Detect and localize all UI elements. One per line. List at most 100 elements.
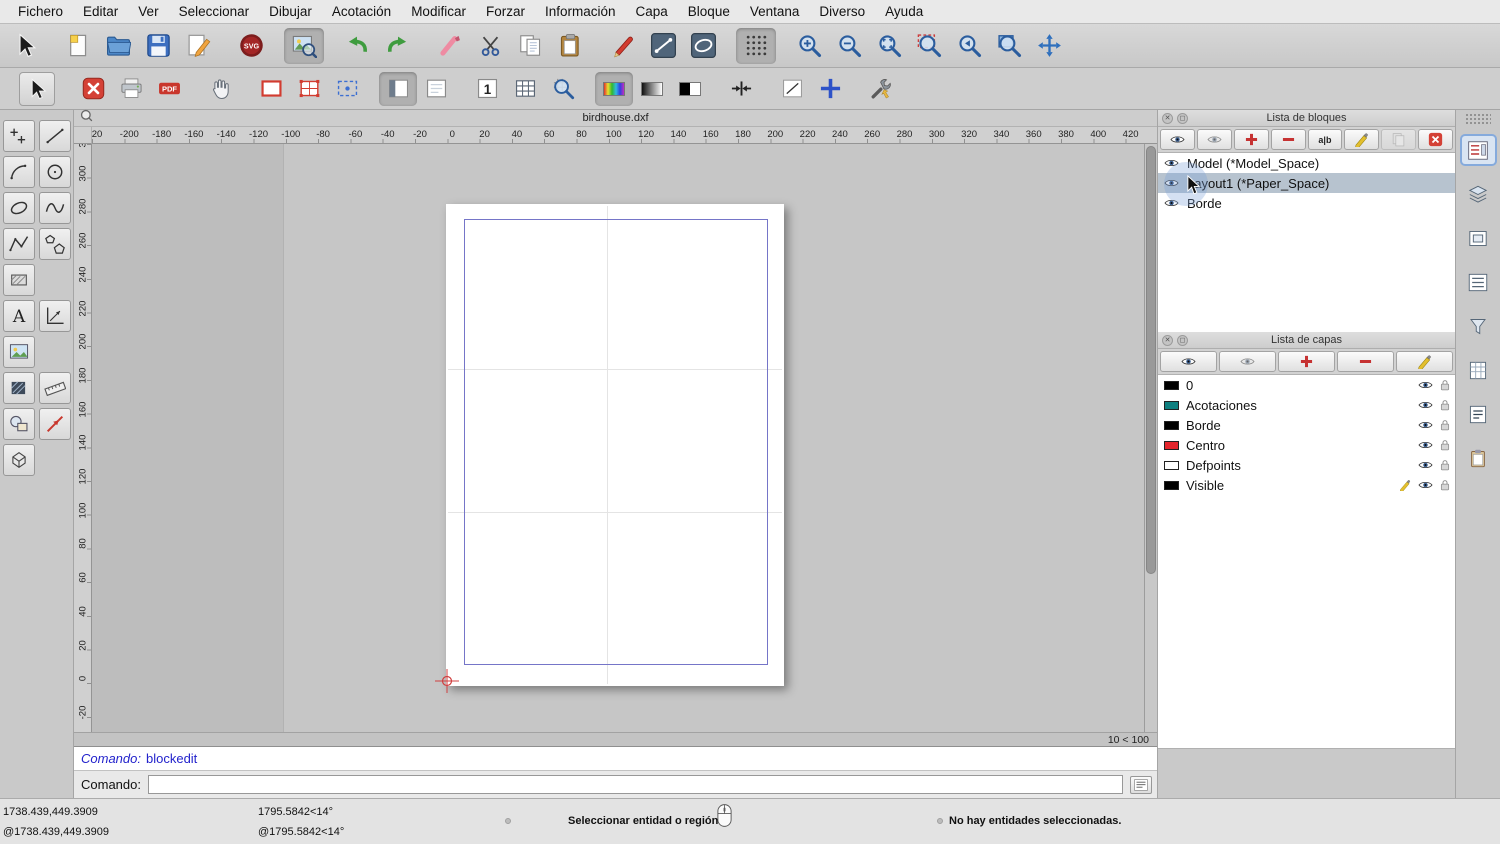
arc-tools-button[interactable]	[3, 156, 35, 188]
detach-panel-icon[interactable]: ◻	[1177, 335, 1188, 346]
layer-color-swatch[interactable]	[1164, 401, 1179, 410]
layer-visibility-eye-icon[interactable]	[1418, 400, 1433, 410]
layer-lock-icon[interactable]	[1440, 459, 1450, 471]
spline-tools-button[interactable]	[39, 192, 71, 224]
zoom-grid-button[interactable]	[544, 72, 582, 106]
layer-lock-icon[interactable]	[1440, 379, 1450, 391]
edit-block-button[interactable]	[1344, 129, 1379, 150]
visibility-eye-icon[interactable]	[1164, 198, 1179, 208]
line-tools-button[interactable]	[39, 120, 71, 152]
cut-to-clipboard-button[interactable]	[470, 28, 510, 64]
layer-color-swatch[interactable]	[1164, 461, 1179, 470]
menu-bloque[interactable]: Bloque	[678, 0, 740, 23]
layer-visibility-eye-icon[interactable]	[1418, 420, 1433, 430]
menu-modificar[interactable]: Modificar	[401, 0, 476, 23]
grid-table-button[interactable]	[506, 72, 544, 106]
horizontal-scrollbar[interactable]: 10 < 100	[74, 732, 1157, 746]
solid-tools-button[interactable]	[3, 444, 35, 476]
selection-filter-panel-toggle[interactable]	[1462, 312, 1495, 340]
window-zoom-button[interactable]	[989, 28, 1029, 64]
copy-to-clipboard-button[interactable]	[510, 28, 550, 64]
hairline-mode-button[interactable]	[722, 72, 760, 106]
layer-row[interactable]: 0	[1158, 375, 1455, 395]
remove-layer-button[interactable]	[1337, 351, 1394, 372]
menu-ventana[interactable]: Ventana	[740, 0, 810, 23]
purge-block-button[interactable]	[1418, 129, 1453, 150]
freehand-pen-button[interactable]	[603, 28, 643, 64]
show-lineweights-button[interactable]	[773, 72, 811, 106]
drawing-preferences-button[interactable]	[178, 28, 218, 64]
menu-acotaci-n[interactable]: Acotación	[322, 0, 401, 23]
text-tools-button[interactable]: A	[3, 300, 35, 332]
layer-visibility-eye-icon[interactable]	[1418, 440, 1433, 450]
shape-tools-button[interactable]	[3, 408, 35, 440]
block-item[interactable]: Layout1 (*Paper_Space)	[1158, 173, 1455, 193]
open-document-button[interactable]	[98, 28, 138, 64]
vertical-scrollbar-thumb[interactable]	[1146, 146, 1156, 574]
show-margins-grid-button[interactable]	[290, 72, 328, 106]
layer-list-panel-toggle[interactable]	[1462, 180, 1495, 208]
layer-color-swatch[interactable]	[1164, 381, 1179, 390]
menu-capa[interactable]: Capa	[626, 0, 678, 23]
polyline-tools-button[interactable]	[3, 228, 35, 260]
close-block-edit-button[interactable]	[74, 72, 112, 106]
layer-visibility-eye-icon[interactable]	[1418, 380, 1433, 390]
layer-visibility-eye-icon[interactable]	[1418, 480, 1433, 490]
pattern-tools-button[interactable]	[3, 372, 35, 404]
polygon-tools-button[interactable]	[39, 228, 71, 260]
layer-color-swatch[interactable]	[1164, 421, 1179, 430]
redo-button[interactable]	[377, 28, 417, 64]
vertical-scrollbar[interactable]	[1144, 144, 1157, 732]
auto-zoom-button[interactable]	[869, 28, 909, 64]
selection-arrow-button[interactable]	[19, 72, 55, 106]
grayscale-mode-button[interactable]	[633, 72, 671, 106]
delete-tool-button[interactable]	[430, 28, 470, 64]
layer-row[interactable]: Centro	[1158, 435, 1455, 455]
developer-tools-button[interactable]	[862, 72, 900, 106]
layer-row[interactable]: Acotaciones	[1158, 395, 1455, 415]
draft-mode-button[interactable]	[379, 72, 417, 106]
crosshair-toggle-button[interactable]	[811, 72, 849, 106]
detach-panel-icon[interactable]: ◻	[1177, 113, 1188, 124]
property-editor-panel-toggle[interactable]	[1462, 136, 1495, 164]
dimension-tools-button[interactable]	[39, 300, 71, 332]
scale-one-to-one-button[interactable]: 1	[468, 72, 506, 106]
visibility-eye-icon[interactable]	[1164, 178, 1179, 188]
block-item[interactable]: Model (*Model_Space)	[1158, 153, 1455, 173]
visibility-eye-icon[interactable]	[1164, 158, 1179, 168]
ellipse-tools-button[interactable]	[3, 192, 35, 224]
menu-editar[interactable]: Editar	[73, 0, 128, 23]
ellipse-tools-button[interactable]	[683, 28, 723, 64]
layer-lock-icon[interactable]	[1440, 479, 1450, 491]
hatch-tools-button[interactable]	[3, 264, 35, 296]
measure-tools-button[interactable]	[39, 372, 71, 404]
grid-toggle-button[interactable]	[736, 28, 776, 64]
show-paper-borders-button[interactable]	[252, 72, 290, 106]
add-block-button[interactable]	[1234, 129, 1269, 150]
dock-grip[interactable]	[1465, 113, 1491, 124]
print-preview-button[interactable]	[284, 28, 324, 64]
new-document-button[interactable]	[58, 28, 98, 64]
drawing-canvas[interactable]	[92, 144, 1144, 732]
selection-pointer-button[interactable]	[5, 28, 45, 64]
svg-export-button[interactable]: SVG	[231, 28, 271, 64]
block-list-panel-toggle[interactable]	[1462, 224, 1495, 252]
zoom-to-selection-button[interactable]	[909, 28, 949, 64]
close-panel-icon[interactable]: ✕	[1162, 113, 1173, 124]
snap-tools-button[interactable]	[39, 408, 71, 440]
paste-from-clipboard-button[interactable]	[550, 28, 590, 64]
layer-color-swatch[interactable]	[1164, 441, 1179, 450]
layer-color-swatch[interactable]	[1164, 481, 1179, 490]
command-input[interactable]	[148, 775, 1123, 794]
remove-block-button[interactable]	[1271, 129, 1306, 150]
layer-lock-icon[interactable]	[1440, 419, 1450, 431]
line-tools-button[interactable]	[643, 28, 683, 64]
library-browser-panel-toggle[interactable]	[1462, 268, 1495, 296]
pan-hand-button[interactable]	[201, 72, 239, 106]
menu-forzar[interactable]: Forzar	[476, 0, 535, 23]
previous-view-button[interactable]	[949, 28, 989, 64]
clipboard-panel-toggle[interactable]	[1462, 444, 1495, 472]
hide-all-blocks-button[interactable]	[1197, 129, 1232, 150]
show-all-blocks-button[interactable]	[1160, 129, 1195, 150]
point-tools-button[interactable]	[3, 120, 35, 152]
